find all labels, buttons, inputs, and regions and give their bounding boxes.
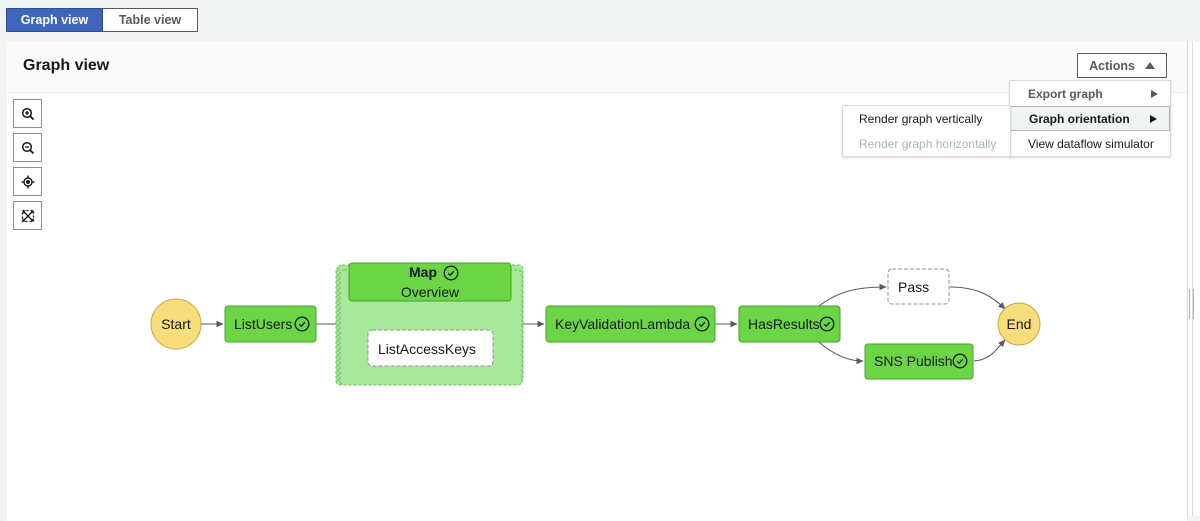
node-start-label: Start [161, 316, 191, 332]
node-map[interactable]: Map Overview [335, 262, 524, 386]
node-sns-publish[interactable]: SNS Publish [864, 343, 974, 380]
resize-handle[interactable] [1189, 289, 1195, 319]
node-map-subtitle: Overview [401, 284, 460, 300]
node-key-validation-lambda[interactable]: KeyValidationLambda [545, 305, 716, 343]
node-has-results-label: HasResults [748, 316, 820, 332]
edge-snspublish-end [973, 339, 1006, 362]
node-pass[interactable]: Pass [887, 268, 950, 305]
node-list-access-keys-label: ListAccessKeys [378, 341, 476, 357]
node-start[interactable]: Start [150, 298, 202, 350]
edge-pass-end [949, 286, 1006, 310]
node-has-results[interactable]: HasResults [738, 305, 841, 343]
node-sns-publish-label: SNS Publish [874, 353, 953, 369]
edge-hasresults-snspublish [818, 341, 864, 365]
state-machine-graph: Start ListUsers Map Overview ListAccessK… [150, 262, 1041, 386]
panel-divider [1187, 41, 1200, 516]
node-list-users-label: ListUsers [234, 316, 292, 332]
edge-hasresults-pass [818, 283, 887, 307]
node-end[interactable]: End [997, 302, 1041, 346]
node-end-label: End [1007, 316, 1032, 332]
node-pass-label: Pass [898, 279, 929, 295]
node-list-access-keys[interactable]: ListAccessKeys [367, 329, 494, 367]
node-key-validation-label: KeyValidationLambda [555, 316, 690, 332]
node-map-title: Map [409, 264, 437, 280]
node-list-users[interactable]: ListUsers [224, 305, 317, 343]
